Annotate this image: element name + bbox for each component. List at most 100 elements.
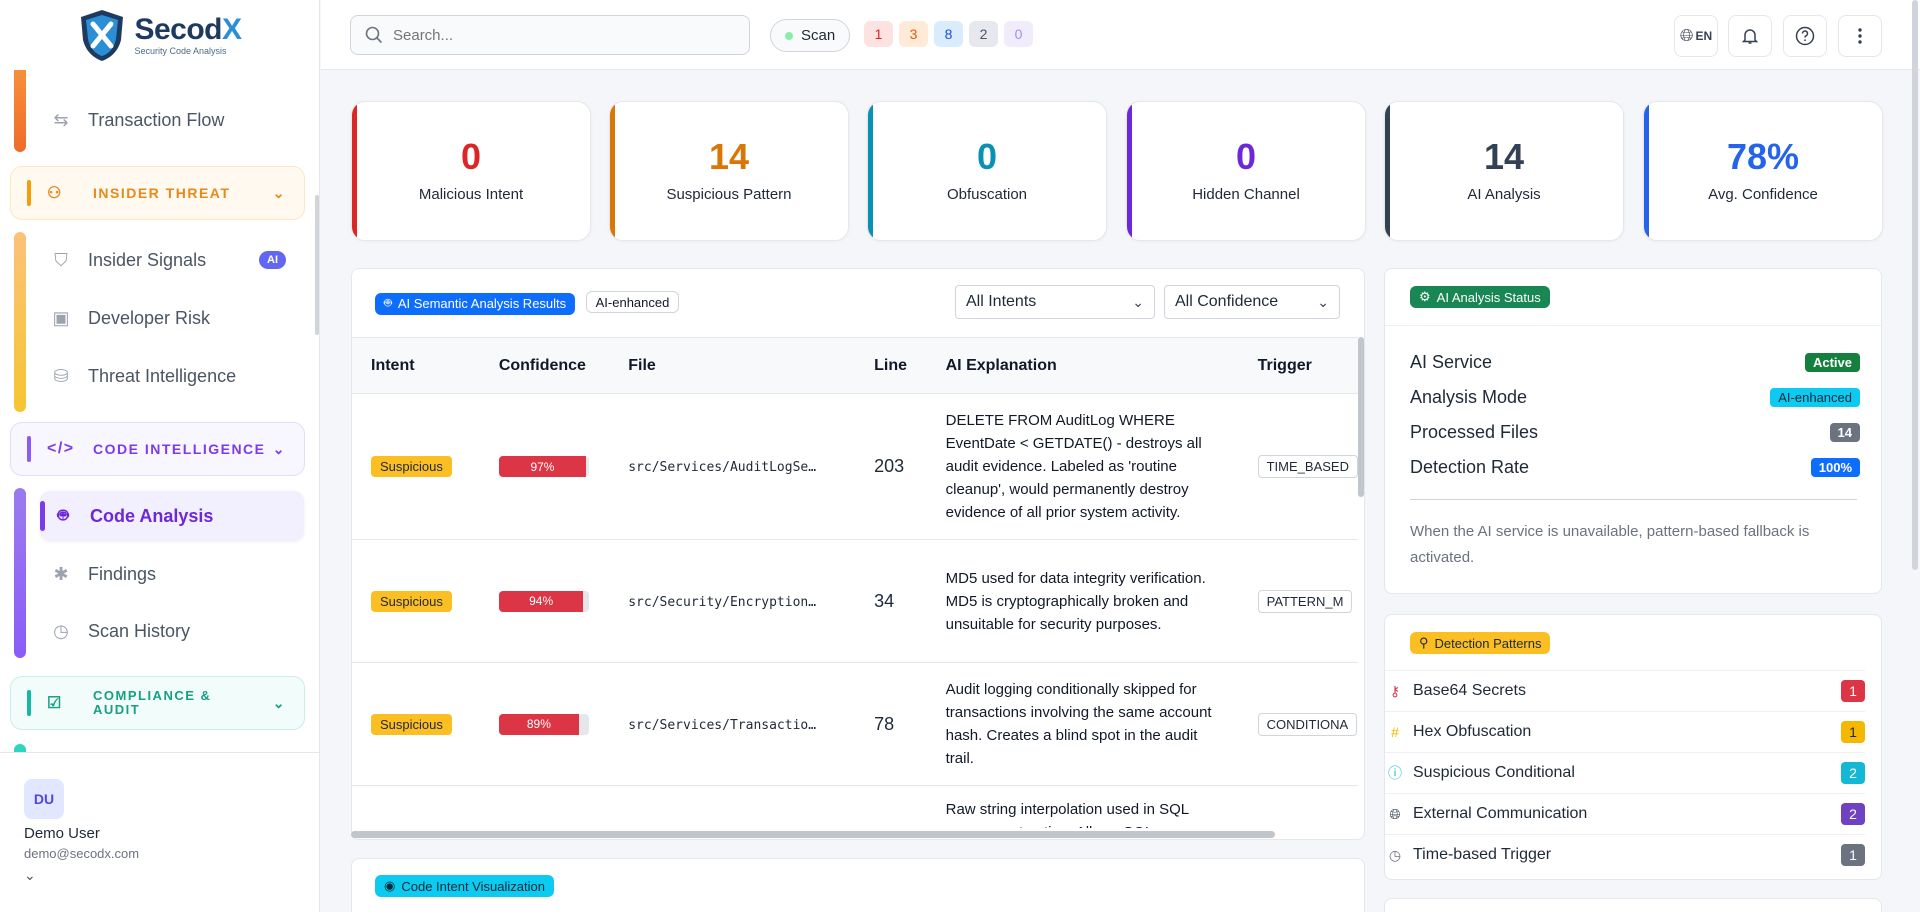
stat-value: 0 <box>976 136 998 177</box>
column-header-trigger[interactable]: Trigger <box>1238 337 1358 394</box>
sidebar-rail-purple <box>14 488 26 658</box>
pattern-count: 1 <box>1841 680 1865 702</box>
pattern-row-hex[interactable]: # Hex Obfuscation 1 <box>1385 711 1865 752</box>
severity-count-info[interactable]: 0 <box>1004 21 1033 47</box>
sidebar-item-label: Scan History <box>88 620 191 641</box>
brand-name: SecodX <box>134 12 242 46</box>
stat-value: 14 <box>708 136 750 177</box>
line-number: 34 <box>874 590 895 611</box>
brand-logo[interactable]: SecodX Security Code Analysis <box>0 0 319 70</box>
pattern-row-external[interactable]: 🌐︎ External Communication 2 <box>1385 793 1865 834</box>
scan-button[interactable]: Scan <box>770 19 851 52</box>
severity-counts: 1 3 8 2 0 <box>864 21 1033 47</box>
stat-card-avg-confidence: 78% Avg. Confidence <box>1643 101 1883 241</box>
column-header-line[interactable]: Line <box>855 337 927 394</box>
ai-explanation: Raw string interpolation used in SQL que… <box>945 801 1189 828</box>
pattern-label: Base64 Secrets <box>1413 682 1526 699</box>
question-icon <box>1795 26 1815 46</box>
table-header-row: Intent Confidence File Line AI Explanati… <box>352 337 1358 394</box>
results-title: AI Semantic Analysis Results <box>397 296 567 311</box>
search-input[interactable] <box>393 26 733 44</box>
results-table-viewport: Intent Confidence File Line AI Explanati… <box>352 337 1358 828</box>
hash-icon: # <box>1391 724 1399 740</box>
table-row[interactable]: Raw string interpolation used in SQL que… <box>352 785 1358 828</box>
search-icon <box>365 26 383 44</box>
notifications-button[interactable] <box>1728 15 1772 57</box>
more-menu-button[interactable] <box>1838 15 1882 57</box>
confidence-filter-value: All Confidence <box>1175 293 1279 310</box>
pattern-row-time[interactable]: ◷ Time-based Trigger 1 <box>1385 834 1865 875</box>
ai-explanation: DELETE FROM AuditLog WHERE EventDate < G… <box>945 412 1202 521</box>
stat-value: 0 <box>1235 136 1257 177</box>
sidebar-item-scan-history[interactable]: ◷ Scan History <box>50 609 300 653</box>
next-panel <box>1384 898 1882 912</box>
sidebar-scrollbar[interactable] <box>315 195 319 335</box>
file-path[interactable]: src/Services/Transactio… <box>628 718 816 733</box>
table-vertical-scrollbar[interactable] <box>1358 337 1364 497</box>
ai-status-row-detection: Detection Rate 100% <box>1410 457 1860 478</box>
user-panel[interactable]: DU Demo User demo@secodx.com ⌄ <box>0 752 319 912</box>
group-label: COMPLIANCE & AUDIT <box>93 688 212 717</box>
line-number: 78 <box>874 713 895 734</box>
intent-filter-select[interactable]: All Intents ⌄ <box>955 285 1155 319</box>
pattern-label: Time-based Trigger <box>1413 846 1552 863</box>
pattern-row-base64[interactable]: ⚷ Base64 Secrets 1 <box>1385 670 1865 711</box>
stat-value: 0 <box>460 136 482 177</box>
column-header-intent[interactable]: Intent <box>352 337 480 394</box>
severity-count-critical[interactable]: 1 <box>864 21 893 47</box>
robot-icon: 🤖︎ <box>384 294 392 310</box>
table-row[interactable]: Suspicious 94% src/Security/Encryption… … <box>352 539 1358 663</box>
page-scrollbar[interactable] <box>1912 0 1918 570</box>
eye-icon: ◉ <box>384 878 396 893</box>
help-button[interactable] <box>1783 15 1827 57</box>
group-insider-threat[interactable]: ⚇ INSIDER THREAT ⌄ <box>10 166 305 220</box>
sidebar-item-findings[interactable]: ✱ Findings <box>50 552 300 596</box>
file-path[interactable]: src/Services/AuditLogSe… <box>628 460 816 475</box>
brand-name-suffix: X <box>222 12 242 46</box>
sidebar-item-threat-intelligence[interactable]: ⛁ Threat Intelligence <box>50 354 300 398</box>
sidebar-item-developer-risk[interactable]: ▣ Developer Risk <box>50 296 300 340</box>
pattern-row-conditional[interactable]: ⓘ Suspicious Conditional 2 <box>1385 752 1865 793</box>
database-icon: ⛁ <box>53 365 69 386</box>
group-compliance-audit[interactable]: ☑ COMPLIANCE & AUDIT ⌄ <box>10 676 305 730</box>
sidebar-item-code-analysis[interactable]: 🤖︎ Code Analysis <box>40 491 304 541</box>
confidence-bar: 94% <box>498 590 589 612</box>
table-row[interactable]: Suspicious 97% src/Services/AuditLogSe… … <box>352 393 1358 540</box>
stat-label: Malicious Intent <box>418 186 524 203</box>
stat-card-ai-analysis: 14 AI Analysis <box>1384 101 1624 241</box>
file-path[interactable]: src/Security/Encryption… <box>628 595 816 610</box>
stat-card-hidden-channel: 0 Hidden Channel <box>1126 101 1366 241</box>
ai-status-title-badge: ⚙ AI Analysis Status <box>1410 286 1550 308</box>
group-code-intelligence[interactable]: </> CODE INTELLIGENCE ⌄ <box>10 422 305 476</box>
severity-count-medium[interactable]: 8 <box>934 21 963 47</box>
ai-status-row-processed: Processed Files 14 <box>1410 422 1860 443</box>
sidebar: ⇆ Transaction Flow ⚇ INSIDER THREAT ⌄ ⛉ … <box>0 0 320 912</box>
mode-badge: AI-enhanced <box>1770 388 1860 407</box>
chevron-down-icon[interactable]: ⌄ <box>24 867 296 884</box>
search-box[interactable] <box>350 15 750 55</box>
sidebar-item-insider-signals[interactable]: ⛉ Insider Signals AI <box>50 238 300 282</box>
column-header-file[interactable]: File <box>609 337 856 394</box>
confidence-filter-select[interactable]: All Confidence ⌄ <box>1164 285 1340 319</box>
severity-count-low[interactable]: 2 <box>969 21 998 47</box>
table-row[interactable]: Suspicious 89% src/Services/Transactio… … <box>352 662 1358 786</box>
table-horizontal-scrollbar[interactable] <box>351 831 1275 838</box>
ai-status-label: Detection Rate <box>1410 457 1530 477</box>
column-header-confidence[interactable]: Confidence <box>479 337 610 394</box>
stat-label: Avg. Confidence <box>1708 186 1818 203</box>
status-badge: Active <box>1804 353 1860 372</box>
confidence-bar: 97% <box>498 456 589 477</box>
confidence-bar: 89% <box>498 713 589 735</box>
ai-status-label: Analysis Mode <box>1410 387 1528 407</box>
stat-card-obfuscation: 0 Obfuscation <box>867 101 1107 241</box>
column-header-ai-explanation[interactable]: AI Explanation <box>926 337 1239 394</box>
count-badge: 14 <box>1829 423 1860 442</box>
severity-count-high[interactable]: 3 <box>899 21 928 47</box>
ai-status-title: AI Analysis Status <box>1436 289 1541 305</box>
globe-icon: 🌐︎ <box>1679 26 1694 45</box>
chevron-down-icon: ⌄ <box>272 694 286 711</box>
key-icon: ⚷ <box>1389 682 1401 699</box>
language-button[interactable]: 🌐︎ EN <box>1674 15 1718 57</box>
arrows-swap-icon: ⇆ <box>53 109 69 130</box>
sidebar-item-transaction-flow[interactable]: ⇆ Transaction Flow <box>50 98 300 142</box>
